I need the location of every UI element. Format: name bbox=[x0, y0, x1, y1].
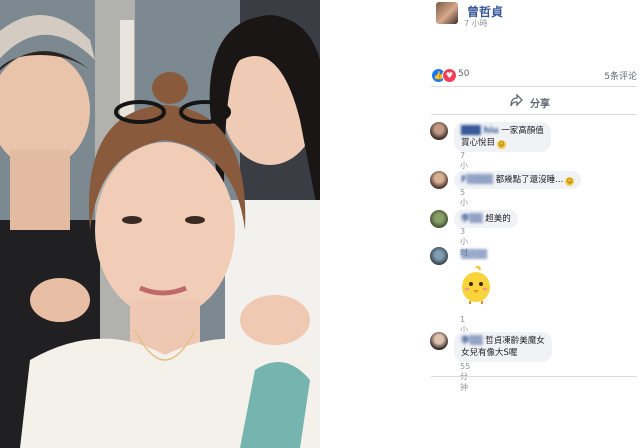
emoji-icon: ☺ bbox=[565, 177, 575, 186]
commenter-avatar[interactable] bbox=[430, 122, 448, 140]
comment-text: 一家高顏值 bbox=[501, 126, 544, 136]
commenter-name[interactable]: ███ hiu bbox=[461, 126, 499, 136]
comment-bubble: ▒▒▒▒ bbox=[454, 247, 494, 263]
comment-bubble: ███ hiu 一家高顏值 賞心悅目 ☺ bbox=[454, 122, 551, 152]
comment-text: 都幾點了還沒睡... bbox=[495, 175, 564, 185]
commenter-name[interactable]: ▒▒▒▒ bbox=[461, 250, 487, 260]
comment-count[interactable]: 5条评论 bbox=[604, 69, 637, 82]
divider bbox=[431, 376, 637, 377]
commenter-avatar[interactable] bbox=[430, 247, 448, 265]
commenter-name[interactable]: 李▒▒ bbox=[461, 336, 483, 346]
comment-text: 超美的 bbox=[485, 214, 511, 224]
chick-sticker[interactable] bbox=[456, 265, 496, 305]
author-avatar[interactable] bbox=[436, 2, 458, 24]
divider bbox=[431, 114, 637, 115]
comment-bubble: 李▒▒ 超美的 bbox=[454, 210, 518, 228]
post-timestamp[interactable]: 7 小時 bbox=[464, 18, 488, 29]
reaction-count[interactable]: 50 bbox=[458, 69, 469, 79]
post-photo[interactable] bbox=[0, 0, 320, 448]
emoji-icon: ☺ bbox=[497, 140, 507, 149]
reaction-bar[interactable]: 👍 ♥ 50 5条评论 bbox=[431, 68, 637, 83]
commenter-name[interactable]: 李▒▒ bbox=[461, 214, 483, 224]
share-label: 分享 bbox=[530, 99, 550, 110]
comment-text-line2: 女兒有像大S喔 bbox=[461, 348, 518, 358]
share-button[interactable]: 分享 bbox=[510, 93, 570, 110]
love-icon: ♥ bbox=[442, 68, 457, 83]
share-icon bbox=[510, 93, 524, 108]
comment-time[interactable]: 55分钟 bbox=[460, 362, 470, 393]
comment-bubble: 李▒▒ 哲貞凍齡美魔女 女兒有像大S喔 bbox=[454, 332, 552, 362]
commenter-avatar[interactable] bbox=[430, 332, 448, 350]
comment-bubble: F▒▒▒▒ 都幾點了還沒睡... ☺ bbox=[454, 171, 582, 189]
comment-text-line2: 賞心悅目 bbox=[461, 138, 496, 148]
commenter-name[interactable]: F▒▒▒▒ bbox=[461, 175, 493, 185]
divider bbox=[431, 86, 637, 87]
family-photo-image bbox=[0, 0, 320, 448]
commenter-avatar[interactable] bbox=[430, 171, 448, 189]
commenter-avatar[interactable] bbox=[430, 210, 448, 228]
comment-text: 哲貞凍齡美魔女 bbox=[485, 336, 545, 346]
